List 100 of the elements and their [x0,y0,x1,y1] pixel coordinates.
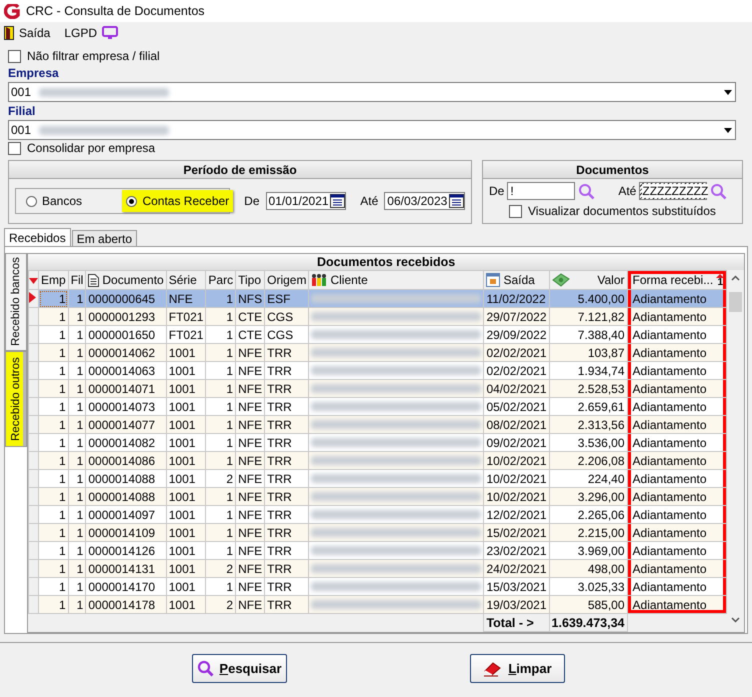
table-cell: 1 [38,488,68,506]
table-cell: NFE [236,416,265,434]
table-cell: 05/02/2021 [484,398,550,416]
dropdown-arrow-icon[interactable] [724,90,732,94]
column-header[interactable]: Tipo [236,270,265,290]
table-cell: 0000014170 [86,578,166,596]
side-tab[interactable]: Recebido bancos [5,253,27,351]
toolbar-button[interactable]: Saída [4,26,50,40]
table-cell: Adiantamento [627,470,727,488]
tab[interactable]: Em aberto [72,230,138,246]
column-header[interactable]: Fil [68,270,86,290]
dropdown-arrow-icon[interactable] [724,128,732,132]
table-cell: TRR [264,344,309,362]
table-cell: 1 [206,578,236,596]
table-cell: NFE [236,506,265,524]
table-cell: NFE [236,488,265,506]
combo-box[interactable]: 001 [8,82,736,102]
table-cell: CTE [236,308,265,326]
table-cell: 0000014063 [86,362,166,380]
table-cell: 15/02/2021 [484,524,550,542]
app-logo-icon [4,4,20,18]
column-header[interactable]: Cliente [308,270,484,290]
column-header[interactable]: Emp [38,270,68,290]
table-cell: Adiantamento [627,434,727,452]
table-cell: 1 [206,542,236,560]
checkbox[interactable] [8,50,21,62]
table-cell: 1 [38,596,68,614]
grid-title: Documentos recebidos [316,255,456,269]
table-cell: 02/02/2021 [484,362,550,380]
row-pointer-icon [30,292,36,302]
checkbox-label: Consolidar por empresa [27,141,156,155]
side-tab[interactable]: Recebido outros [5,351,27,447]
column-header[interactable]: Origem [264,270,309,290]
checkbox[interactable] [8,142,21,154]
radio-button[interactable]: Bancos [22,190,92,212]
field-label: Filial [8,104,36,120]
table-cell: 02/02/2021 [484,344,550,362]
total-label: Total - > [484,614,550,632]
calendar-icon[interactable] [449,194,464,208]
table-cell: 0000014126 [86,542,166,560]
table-cell: 15/03/2021 [484,578,550,596]
table-cell: 1 [206,452,236,470]
table-cell: 10/02/2021 [484,452,550,470]
table-cell: 0000014086 [86,452,166,470]
table-cell: 1001 [166,434,206,452]
document-to-field[interactable]: ZZZZZZZZZ [639,182,708,200]
scrollbar-thumb[interactable] [729,292,742,312]
search-button[interactable]: Pesquisar [192,654,287,683]
table-cell: 7.388,40 [549,326,628,344]
tab[interactable]: Recebidos [4,228,71,246]
table-cell: 1 [206,416,236,434]
table-cell: 3.025,33 [549,578,628,596]
table-cell: 1 [206,326,236,344]
clear-button[interactable]: Limpar [470,654,565,683]
table-cell: NFE [236,560,265,578]
table-cell: NFE [236,524,265,542]
table-cell: 2.265,06 [549,506,628,524]
table-cell: TRR [264,398,309,416]
column-header[interactable]: Saída [484,270,550,290]
table-cell: ESF [264,290,309,308]
document-icon [88,274,100,286]
toolbar-button[interactable]: LGPD [64,26,118,40]
checkbox-label: Visualizar documentos substituídos [528,204,716,218]
eraser-icon [483,660,504,677]
table-cell: NFE [236,434,265,452]
search-icon[interactable] [578,182,596,200]
checkbox[interactable] [509,204,522,218]
table-cell: 29/09/2022 [484,326,550,344]
document-from-field[interactable]: ! [507,182,576,200]
table-cell: 1 [206,308,236,326]
table-cell: 09/02/2021 [484,434,550,452]
search-icon [197,660,214,677]
table-cell: 1001 [166,470,206,488]
table-cell: 29/07/2022 [484,308,550,326]
date-field[interactable]: 01/01/2021 [266,192,346,210]
table-cell: TRR [264,578,309,596]
group-title: Período de emissão [183,162,297,176]
table-cell: Adiantamento [627,506,727,524]
table-cell: TRR [264,542,309,560]
table-cell: TRR [264,416,309,434]
column-header[interactable]: Forma recebi... 1 [627,270,727,290]
radio-button[interactable]: Contas Receber [122,190,234,212]
column-header[interactable]: Parc [206,270,236,290]
combo-box[interactable]: 001 [8,120,736,140]
table-cell: 1.934,74 [549,362,628,380]
calendar-icon[interactable] [330,194,346,208]
table-cell: TRR [264,506,309,524]
table-cell: 1001 [166,542,206,560]
table-cell: 0000014088 [86,488,166,506]
column-header[interactable]: Série [166,270,206,290]
field-label: Até [360,194,378,208]
column-header[interactable]: Valor [549,270,628,290]
group-title: Documentos [576,162,649,176]
table-cell: 1001 [166,380,206,398]
table-cell: 3.296,00 [549,488,628,506]
date-field[interactable]: 06/03/2023 [384,192,465,210]
search-icon[interactable] [710,182,728,200]
table-cell: 2.659,61 [549,398,628,416]
column-header[interactable]: Documento [86,270,166,290]
table-cell: Adiantamento [627,290,727,308]
